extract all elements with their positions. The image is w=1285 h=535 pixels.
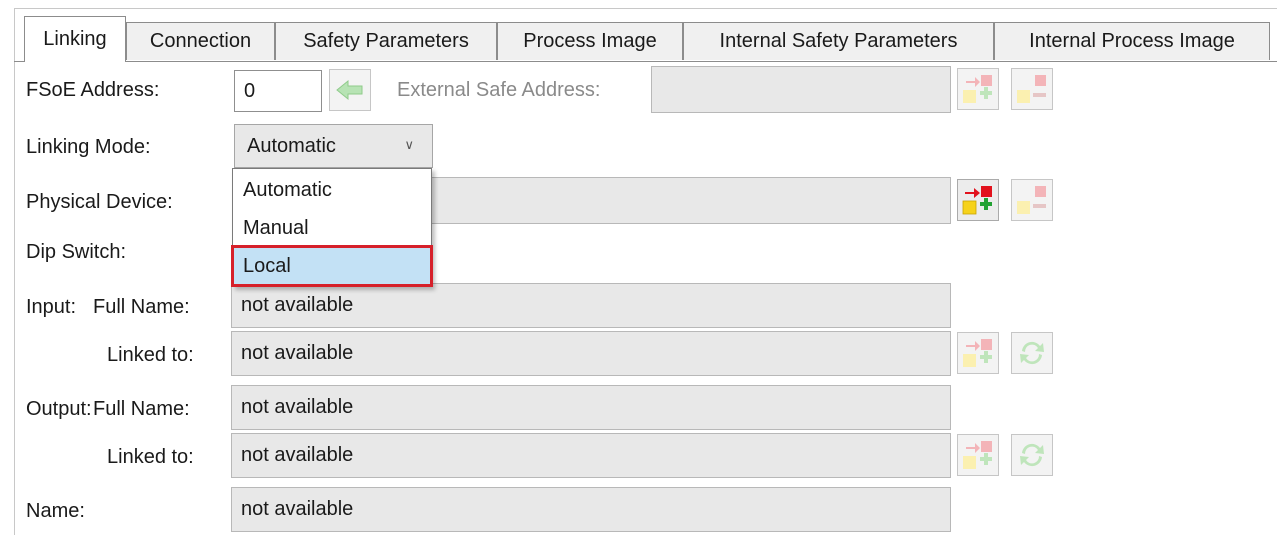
tab-process-image[interactable]: Process Image [497, 22, 683, 60]
panel-top-border [14, 8, 1277, 9]
fsoe-address-input[interactable]: 0 [234, 70, 322, 112]
link-add-icon [963, 339, 992, 367]
tab-connection-label: Connection [149, 30, 252, 52]
unlink-physical-device-button-disabled[interactable] [1011, 179, 1053, 221]
input-refresh-button-disabled[interactable] [1011, 332, 1053, 374]
input-linked-to-field: not available [231, 331, 951, 376]
output-linked-to-label: Linked to: [107, 446, 194, 468]
link-add-icon [963, 441, 992, 469]
linking-mode-dropdown: Automatic Manual Local [231, 168, 433, 287]
link-add-icon [963, 75, 992, 103]
tab-safety-parameters-label: Safety Parameters [303, 30, 469, 52]
external-safe-address-field [651, 66, 951, 113]
input-group-label: Input: [26, 296, 77, 318]
input-full-name-field: not available [231, 283, 951, 328]
physical-device-label: Physical Device: [26, 191, 173, 213]
tab-process-image-label: Process Image [523, 30, 657, 52]
input-full-name-label: Full Name: [93, 296, 190, 318]
input-linked-to-label: Linked to: [107, 344, 194, 366]
linking-mode-value: Automatic [247, 134, 336, 157]
arrow-left-icon [336, 79, 363, 101]
refresh-icon [1020, 341, 1044, 365]
link-physical-device-button[interactable] [957, 179, 999, 221]
output-group-label: Output: [26, 398, 92, 420]
tab-connection[interactable]: Connection [126, 22, 275, 60]
link-device-button-disabled[interactable] [957, 68, 999, 110]
chevron-down-icon: ∨ [404, 137, 414, 152]
link-add-icon [962, 186, 992, 215]
link-remove-icon [1017, 186, 1046, 214]
linking-mode-option-manual[interactable]: Manual [233, 209, 431, 247]
tab-internal-process-image[interactable]: Internal Process Image [994, 22, 1270, 60]
tab-internal-safety-parameters-label: Internal Safety Parameters [719, 30, 958, 52]
output-refresh-button-disabled[interactable] [1011, 434, 1053, 476]
tab-internal-safety-parameters[interactable]: Internal Safety Parameters [683, 22, 994, 60]
name-field: not available [231, 487, 951, 532]
output-full-name-field: not available [231, 385, 951, 430]
input-link-button-disabled[interactable] [957, 332, 999, 374]
unlink-device-button-disabled[interactable] [1011, 68, 1053, 110]
linking-mode-select[interactable]: Automatic ∨ [234, 124, 433, 168]
tab-linking[interactable]: Linking [24, 16, 126, 62]
linking-mode-label: Linking Mode: [26, 136, 151, 158]
tab-strip-border [14, 61, 1277, 62]
link-remove-icon [1017, 75, 1046, 103]
tab-internal-process-image-label: Internal Process Image [1029, 30, 1235, 52]
output-full-name-label: Full Name: [93, 398, 190, 420]
name-label: Name: [26, 500, 85, 522]
refresh-icon [1020, 443, 1044, 467]
physical-device-field [430, 177, 951, 224]
dip-switch-label: Dip Switch: [26, 241, 127, 263]
back-arrow-button[interactable] [329, 69, 371, 111]
output-link-button-disabled[interactable] [957, 434, 999, 476]
external-safe-address-label: External Safe Address: [397, 79, 601, 101]
tab-linking-label: Linking [43, 28, 107, 50]
linking-mode-option-local[interactable]: Local [231, 245, 433, 287]
output-linked-to-field: not available [231, 433, 951, 478]
fsoe-address-label: FSoE Address: [26, 79, 160, 101]
panel-left-border [14, 8, 15, 535]
linking-mode-option-automatic[interactable]: Automatic [233, 171, 431, 209]
tab-safety-parameters[interactable]: Safety Parameters [275, 22, 497, 60]
